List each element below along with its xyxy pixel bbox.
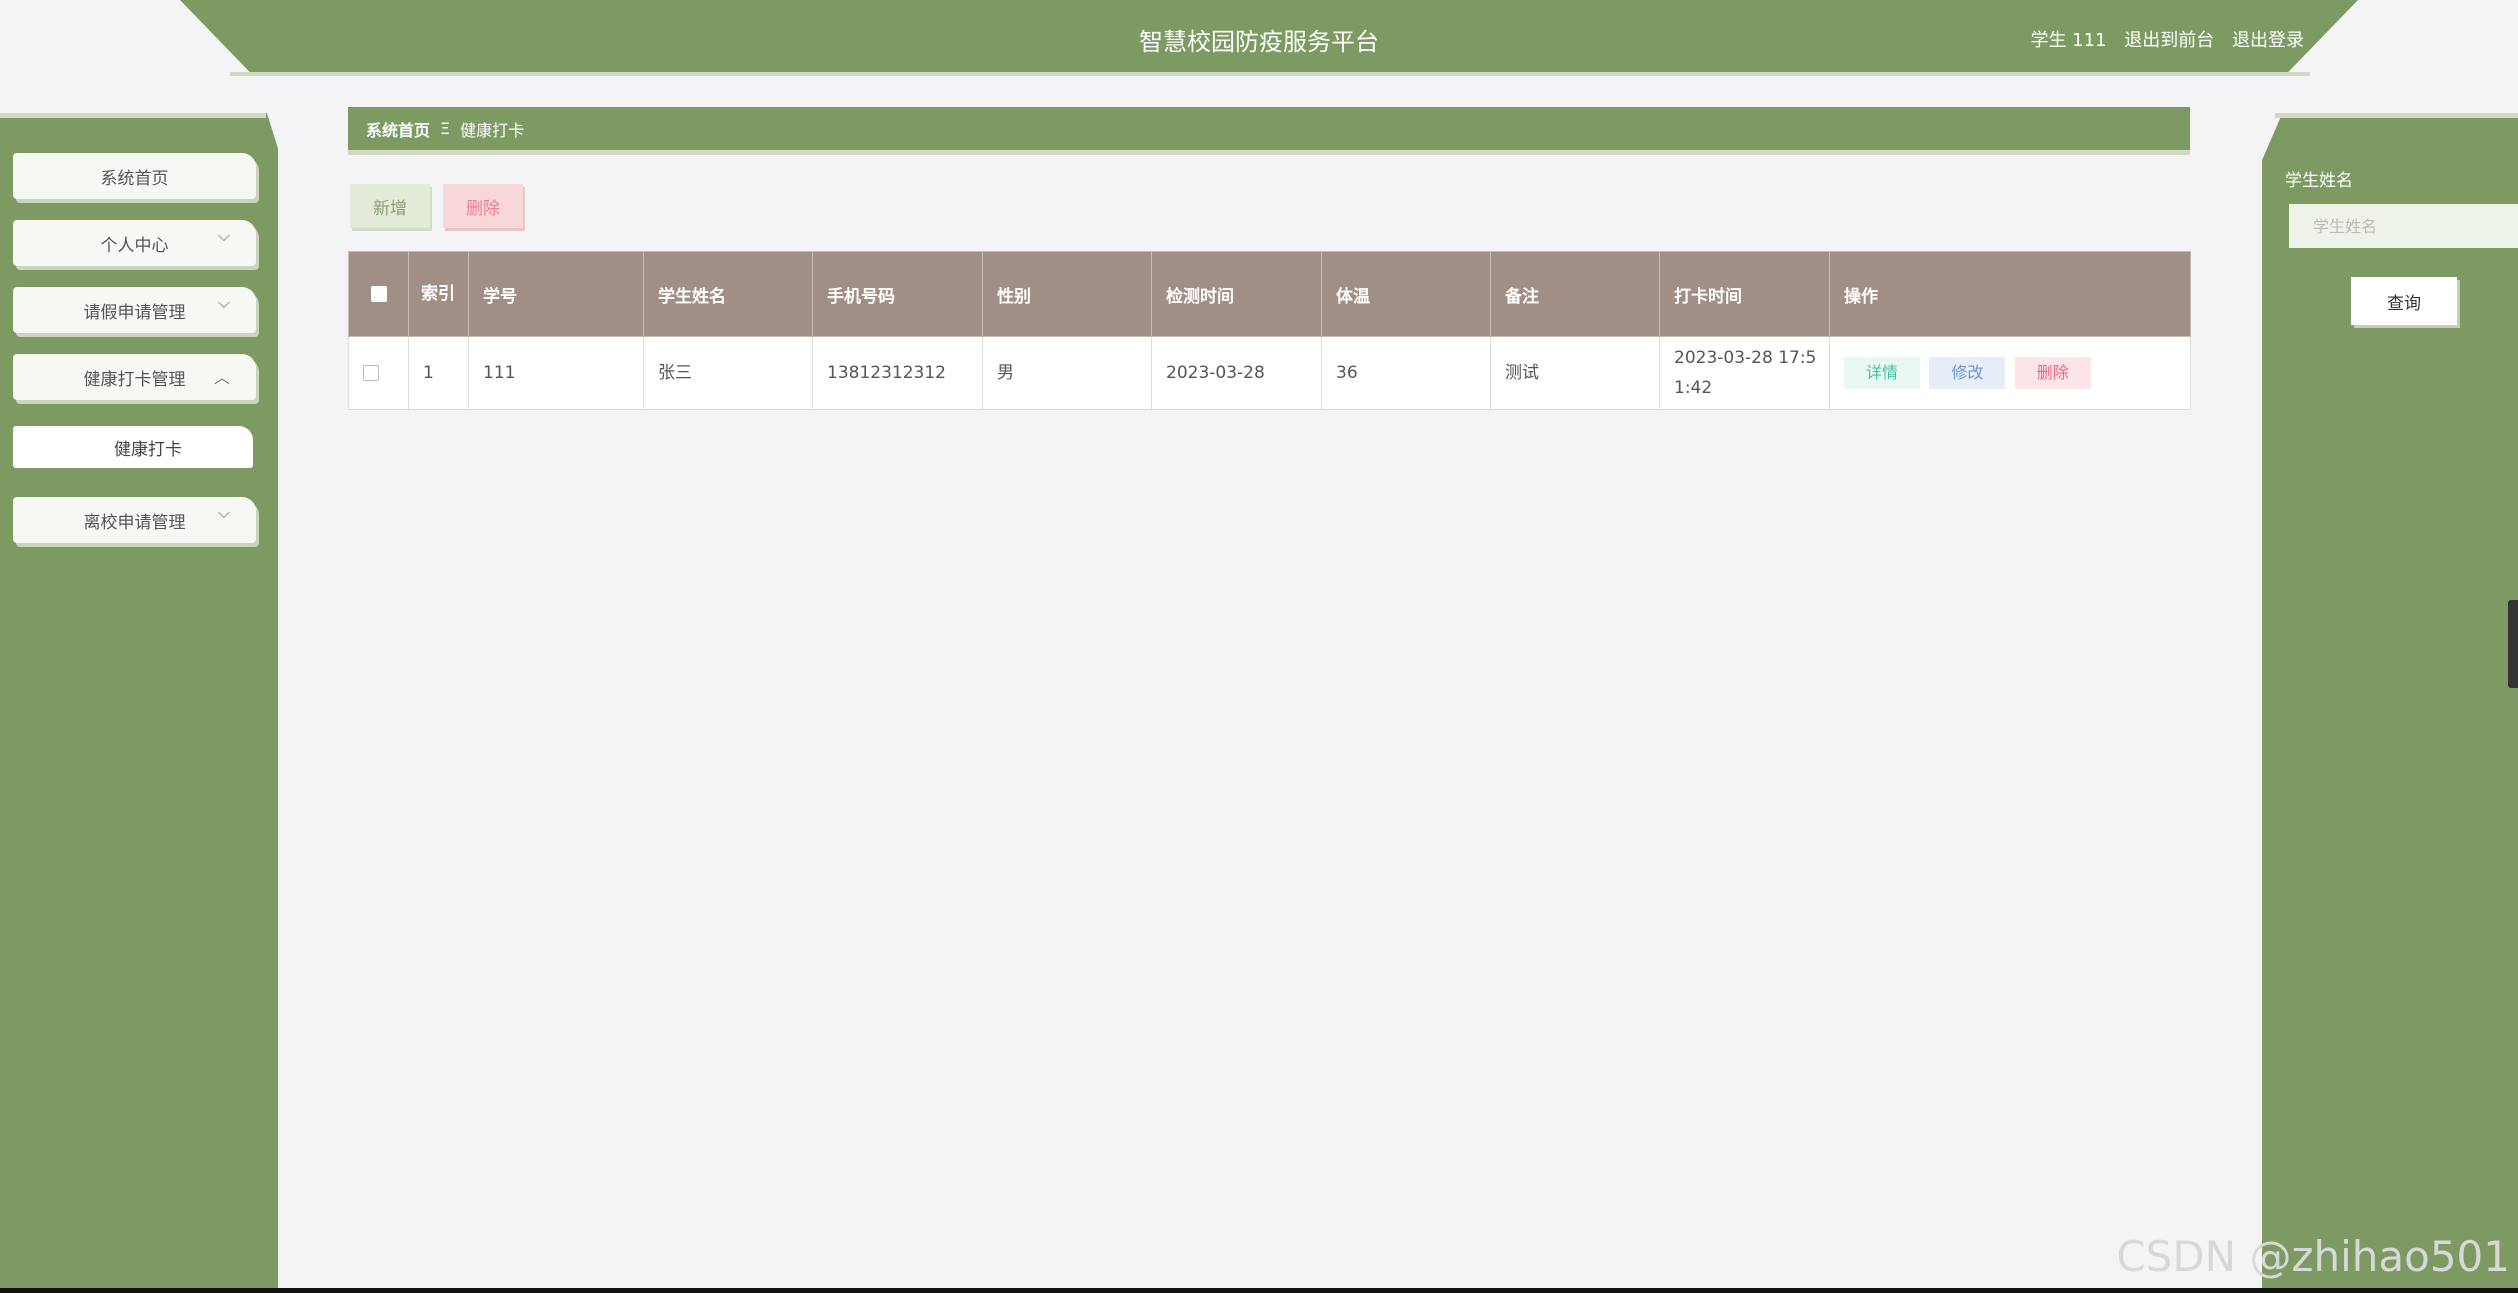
sidebar-item-health-checkin[interactable]: 健康打卡管理 ︿	[13, 354, 256, 400]
scrollbar-thumb[interactable]	[2508, 600, 2518, 688]
health-checkin-table: 索引 学号 学生姓名 手机号码 性别 检测时间 体温 备注 打卡时间 操作 1 …	[348, 251, 2191, 410]
column-header-name: 学生姓名	[643, 251, 813, 337]
column-header-remark: 备注	[1490, 251, 1660, 337]
search-label: 学生姓名	[2285, 171, 2353, 191]
cell-remark: 测试	[1490, 336, 1660, 410]
breadcrumb-current: 健康打卡	[460, 120, 525, 140]
row-checkbox[interactable]	[363, 365, 379, 381]
column-header-punch-time: 打卡时间	[1659, 251, 1830, 337]
row-delete-button[interactable]: 删除	[2014, 357, 2091, 389]
detail-button[interactable]: 详情	[1844, 357, 1920, 389]
search-panel-edge	[2275, 113, 2518, 118]
sidebar-item-label: 请假申请管理	[83, 302, 186, 323]
column-header-check-time: 检测时间	[1151, 251, 1322, 337]
sidebar-item-personal-center[interactable]: 个人中心 ⌵	[13, 220, 256, 266]
sidebar-item-label: 健康打卡管理	[83, 369, 186, 390]
sidebar-edge	[0, 113, 266, 118]
header-divider	[230, 72, 2310, 76]
sidebar-item-home[interactable]: 系统首页	[13, 153, 256, 199]
student-name-search-input[interactable]	[2289, 204, 2518, 248]
column-header-temperature: 体温	[1321, 251, 1491, 337]
table-header-row: 索引 学号 学生姓名 手机号码 性别 检测时间 体温 备注 打卡时间 操作	[348, 251, 2191, 337]
bottom-edge	[0, 1288, 2518, 1293]
row-select-cell	[348, 336, 409, 410]
sidebar-item-leave-school[interactable]: 离校申请管理 ⌵	[13, 497, 256, 543]
column-header-index: 索引	[408, 251, 469, 337]
back-to-front-link[interactable]: 退出到前台	[2124, 30, 2214, 51]
sidebar-item-label: 离校申请管理	[83, 512, 186, 533]
breadcrumb-home[interactable]: 系统首页	[366, 117, 430, 141]
sidebar-subitem-health-checkin[interactable]: 健康打卡	[13, 426, 253, 468]
table-row: 1 111 张三 13812312312 男 2023-03-28 36 测试 …	[348, 336, 2191, 410]
column-header-actions: 操作	[1829, 251, 2191, 337]
select-all-cell	[348, 251, 409, 337]
sidebar-item-label: 个人中心	[100, 235, 169, 256]
cell-phone: 13812312312	[812, 336, 983, 410]
cell-index: 1	[408, 336, 469, 410]
batch-delete-button[interactable]: 删除	[443, 184, 523, 228]
column-header-student-id: 学号	[468, 251, 644, 337]
cell-punch-time: 2023-03-28 17:51:42	[1659, 336, 1830, 410]
watermark: CSDN @zhihao501	[2116, 1232, 2510, 1281]
chevron-up-icon: ︿	[213, 368, 230, 387]
chevron-down-icon: ⌵	[217, 293, 230, 312]
user-links: 学生 111 退出到前台 退出登录	[2018, 26, 2304, 52]
sidebar-item-leave-request[interactable]: 请假申请管理 ⌵	[13, 287, 256, 333]
sidebar-item-label: 系统首页	[100, 168, 169, 189]
column-header-phone: 手机号码	[812, 251, 983, 337]
cell-name: 张三	[643, 336, 813, 410]
column-header-gender: 性别	[982, 251, 1152, 337]
logout-link[interactable]: 退出登录	[2232, 30, 2304, 51]
cell-actions: 详情 修改 删除	[1829, 336, 2191, 410]
select-all-checkbox[interactable]	[371, 286, 387, 302]
cell-check-time: 2023-03-28	[1151, 336, 1322, 410]
cell-student-id: 111	[468, 336, 644, 410]
add-button[interactable]: 新增	[350, 184, 430, 228]
cell-temperature: 36	[1321, 336, 1491, 410]
breadcrumb: 系统首页 Ξ 健康打卡	[348, 107, 2190, 155]
edit-button[interactable]: 修改	[1929, 357, 2006, 389]
chevron-down-icon: ⌵	[217, 503, 230, 522]
breadcrumb-separator-icon: Ξ	[440, 119, 451, 138]
query-button[interactable]: 查询	[2351, 277, 2457, 325]
sidebar-item-label: 健康打卡	[114, 439, 182, 460]
chevron-down-icon: ⌵	[217, 226, 230, 245]
cell-gender: 男	[982, 336, 1152, 410]
user-name: 学生 111	[2030, 30, 2107, 51]
